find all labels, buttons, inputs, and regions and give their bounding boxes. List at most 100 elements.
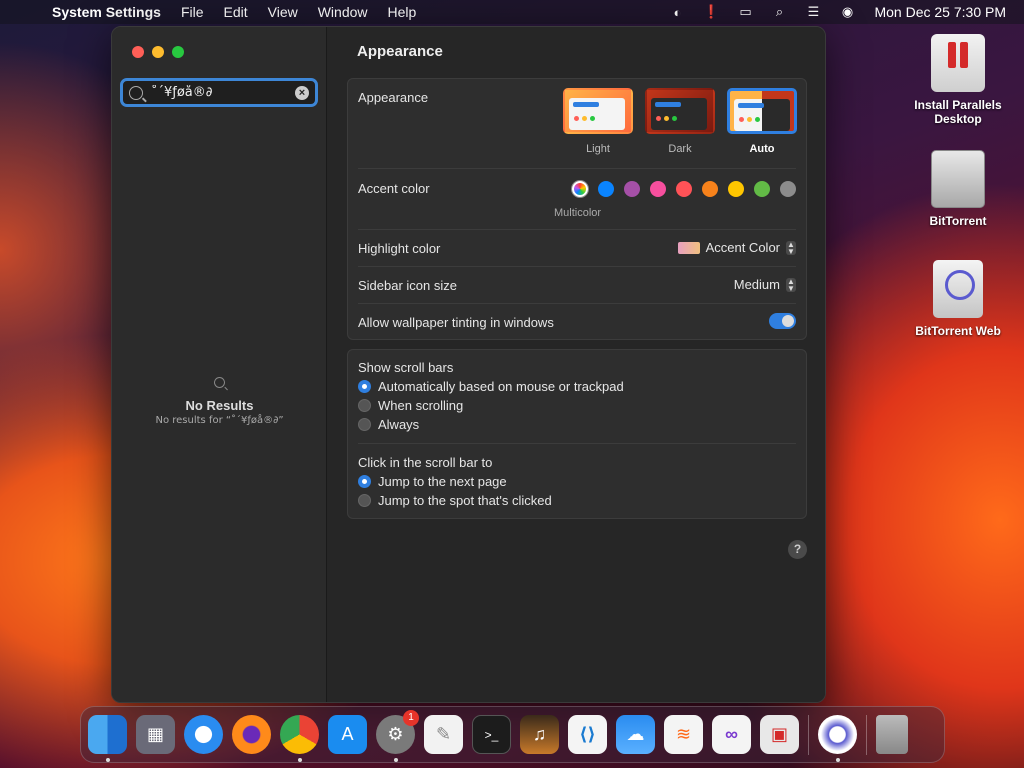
page-title: Appearance xyxy=(357,43,443,60)
menu-file[interactable]: File xyxy=(181,4,204,20)
reminders-status-icon[interactable]: ❗ xyxy=(702,4,720,20)
system-settings-icon[interactable]: ⚙ 1 xyxy=(376,710,419,762)
accent-swatch-orange[interactable] xyxy=(702,181,718,197)
chevron-updown-icon: ▲ ▼ xyxy=(786,239,796,256)
minimize-window-button[interactable] xyxy=(152,46,164,58)
trash-icon[interactable] xyxy=(876,715,908,754)
visual-studio-icon[interactable]: ∞ xyxy=(712,715,751,754)
radio-label: Always xyxy=(378,417,420,432)
launchpad-icon[interactable]: ▦ xyxy=(136,715,175,754)
menu-app-name[interactable]: System Settings xyxy=(52,4,161,20)
weather-icon[interactable]: ☁ xyxy=(616,715,655,754)
scroll-bars-option-scrolling[interactable]: When scrolling xyxy=(358,398,463,413)
scroll-bars-group: Show scroll bars Automatically based on … xyxy=(347,349,807,519)
system-settings-window: × No Results No results for “˚´¥ƒøå®∂” A… xyxy=(111,26,826,703)
menu-window[interactable]: Window xyxy=(318,4,368,20)
radio-button[interactable] xyxy=(358,494,371,507)
appearance-option-dark[interactable]: Dark xyxy=(645,88,715,155)
search-input[interactable] xyxy=(151,85,291,100)
radio-button[interactable] xyxy=(358,380,371,393)
desktop-icon-label: BitTorrent xyxy=(929,214,987,228)
dark-mode-preview xyxy=(645,88,715,134)
dock-separator xyxy=(808,714,809,755)
appearance-options: Light Dark Auto xyxy=(563,88,797,155)
radio-button[interactable] xyxy=(358,418,371,431)
appearance-option-label: Auto xyxy=(749,143,775,155)
auto-mode-preview xyxy=(727,88,797,134)
help-button[interactable]: ? xyxy=(788,540,807,559)
close-window-button[interactable] xyxy=(132,46,144,58)
menu-edit[interactable]: Edit xyxy=(224,4,248,20)
appearance-option-label: Light xyxy=(586,143,610,155)
clear-search-icon[interactable]: × xyxy=(295,85,309,100)
search-icon xyxy=(129,85,143,100)
wallpaper-tinting-label: Allow wallpaper tinting in windows xyxy=(358,315,554,330)
radio-button[interactable] xyxy=(358,399,371,412)
accent-swatch-multicolor[interactable] xyxy=(572,181,588,197)
chevron-updown-icon: ▲ ▼ xyxy=(786,276,796,293)
radio-label: Jump to the spot that's clicked xyxy=(378,493,552,508)
divider xyxy=(358,229,796,230)
bittorrent-status-icon[interactable]: ◐ xyxy=(668,4,686,20)
remote-desktop-icon[interactable]: ▣ xyxy=(760,715,799,754)
menu-bar: System Settings File Edit View Window He… xyxy=(0,0,1024,24)
accent-color-label: Accent color xyxy=(358,181,430,196)
sublime-icon[interactable]: ≋ xyxy=(664,715,703,754)
scroll-bars-option-auto[interactable]: Automatically based on mouse or trackpad xyxy=(358,379,624,394)
desktop-icon-parallels[interactable]: Install Parallels Desktop xyxy=(903,34,1013,126)
accent-swatch-yellow[interactable] xyxy=(728,181,744,197)
finder-icon[interactable] xyxy=(88,715,127,762)
menu-bar-clock[interactable]: Mon Dec 25 7:30 PM xyxy=(874,4,1006,20)
accent-swatch-purple[interactable] xyxy=(624,181,640,197)
desktop-icon-bittorrent[interactable]: BitTorrent xyxy=(903,150,1013,228)
no-results-panel: No Results No results for “˚´¥ƒøå®∂” xyxy=(112,377,327,426)
vscode-icon[interactable]: ⟨⟩ xyxy=(568,715,607,754)
click-scroll-option-next-page[interactable]: Jump to the next page xyxy=(358,474,507,489)
no-results-title: No Results xyxy=(185,398,254,413)
safari-icon[interactable] xyxy=(184,715,223,754)
divider xyxy=(358,303,796,304)
accent-swatch-blue[interactable] xyxy=(598,181,614,197)
terminal-icon[interactable]: >_ xyxy=(472,715,511,754)
firefox-icon[interactable] xyxy=(232,715,271,754)
divider xyxy=(358,266,796,267)
control-center-icon[interactable]: ☰ xyxy=(804,4,822,20)
notification-badge: 1 xyxy=(403,710,419,726)
accent-swatch-red[interactable] xyxy=(676,181,692,197)
appearance-option-auto[interactable]: Auto xyxy=(727,88,797,155)
desktop-icon-bittorrent-web[interactable]: BitTorrent Web xyxy=(903,260,1013,338)
scroll-bars-option-always[interactable]: Always xyxy=(358,417,419,432)
search-icon xyxy=(214,377,225,388)
textedit-icon[interactable]: ✎ xyxy=(424,715,463,754)
click-scroll-option-spot[interactable]: Jump to the spot that's clicked xyxy=(358,493,552,508)
chrome-icon[interactable] xyxy=(280,715,319,762)
appearance-option-light[interactable]: Light xyxy=(563,88,633,155)
app-store-icon[interactable]: A xyxy=(328,715,367,754)
menu-view[interactable]: View xyxy=(268,4,298,20)
settings-content: Appearance Appearance Light Dark Auto Ac… xyxy=(327,27,825,702)
appearance-label: Appearance xyxy=(358,90,429,105)
wallpaper-tinting-toggle[interactable] xyxy=(769,313,796,329)
light-mode-preview xyxy=(563,88,633,134)
accent-swatch-graphite[interactable] xyxy=(780,181,796,197)
accent-selected-label: Multicolor xyxy=(554,207,602,219)
search-field[interactable]: × xyxy=(120,78,318,107)
accent-swatch-pink[interactable] xyxy=(650,181,666,197)
zoom-window-button[interactable] xyxy=(172,46,184,58)
click-scroll-bar-label: Click in the scroll bar to xyxy=(358,455,493,470)
spotlight-search-icon[interactable]: ⌕ xyxy=(770,4,788,20)
garageband-icon[interactable]: ♫ xyxy=(520,715,559,754)
sidebar-icon-size-popup[interactable]: Medium ▲ ▼ xyxy=(734,277,796,292)
disk-image-icon xyxy=(931,150,985,208)
desktop-icon-label: Install Parallels Desktop xyxy=(914,98,1002,126)
bittorrent-web-icon[interactable] xyxy=(818,715,857,762)
accent-color-swatches xyxy=(572,181,796,197)
radio-button[interactable] xyxy=(358,475,371,488)
radio-label: When scrolling xyxy=(378,398,464,413)
accent-swatch-green[interactable] xyxy=(754,181,770,197)
highlight-color-popup[interactable]: Accent Color ▲ ▼ xyxy=(677,239,796,256)
desktop-icon-label: BitTorrent Web xyxy=(915,324,1001,338)
menu-help[interactable]: Help xyxy=(388,4,417,20)
siri-icon[interactable]: ◉ xyxy=(838,4,856,20)
screen-mirroring-icon[interactable]: ▭ xyxy=(736,4,754,20)
